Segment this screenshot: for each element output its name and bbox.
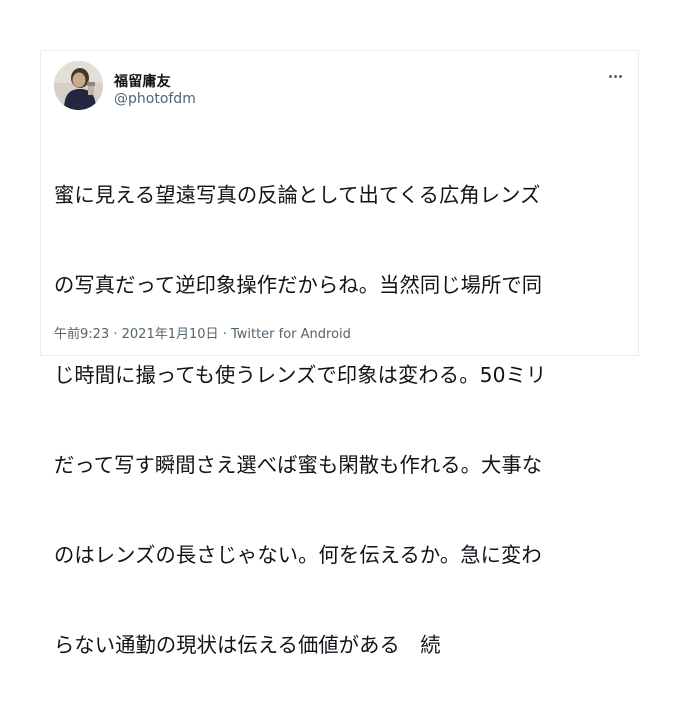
avatar-image (54, 61, 103, 110)
meta-separator: · (222, 327, 227, 342)
avatar[interactable] (54, 61, 103, 110)
tweet-text: 蜜に見える望遠写真の反論として出てくる広角レンズ の写真だって逆印象操作だからね… (54, 120, 626, 720)
tweet-time[interactable]: 午前9:23 (54, 327, 109, 342)
tweet-source[interactable]: Twitter for Android (231, 327, 351, 342)
tweet-card: 福留庸友 @photofdm 蜜に見える望遠写真の反論として出てくる広角レンズ … (40, 50, 639, 657)
tweet-text-line: じ時間に撮っても使うレンズで印象は変わる。50ミリ (54, 363, 547, 387)
tweet-text-line: だって写す瞬間さえ選べば蜜も閑散も作れる。大事な (54, 453, 543, 477)
user-handle[interactable]: @photofdm (114, 91, 196, 107)
tweet-date[interactable]: 2021年1月10日 (122, 327, 219, 342)
tweet-text-line: の写真だって逆印象操作だからね。当然同じ場所で同 (54, 273, 543, 297)
tweet-text-line: 蜜に見える望遠写真の反論として出てくる広角レンズ (54, 183, 541, 207)
meta-separator: · (113, 327, 118, 342)
tweet-text-line: らない通勤の現状は伝える価値がある 続 (54, 633, 441, 657)
tweet-meta: 午前9:23 · 2021年1月10日 · Twitter for Androi… (54, 323, 351, 342)
more-horizontal-icon[interactable] (604, 69, 626, 83)
tweet-text-line: のはレンズの長さじゃない。何を伝えるか。急に変わ (54, 543, 542, 567)
display-name[interactable]: 福留庸友 (114, 71, 171, 91)
